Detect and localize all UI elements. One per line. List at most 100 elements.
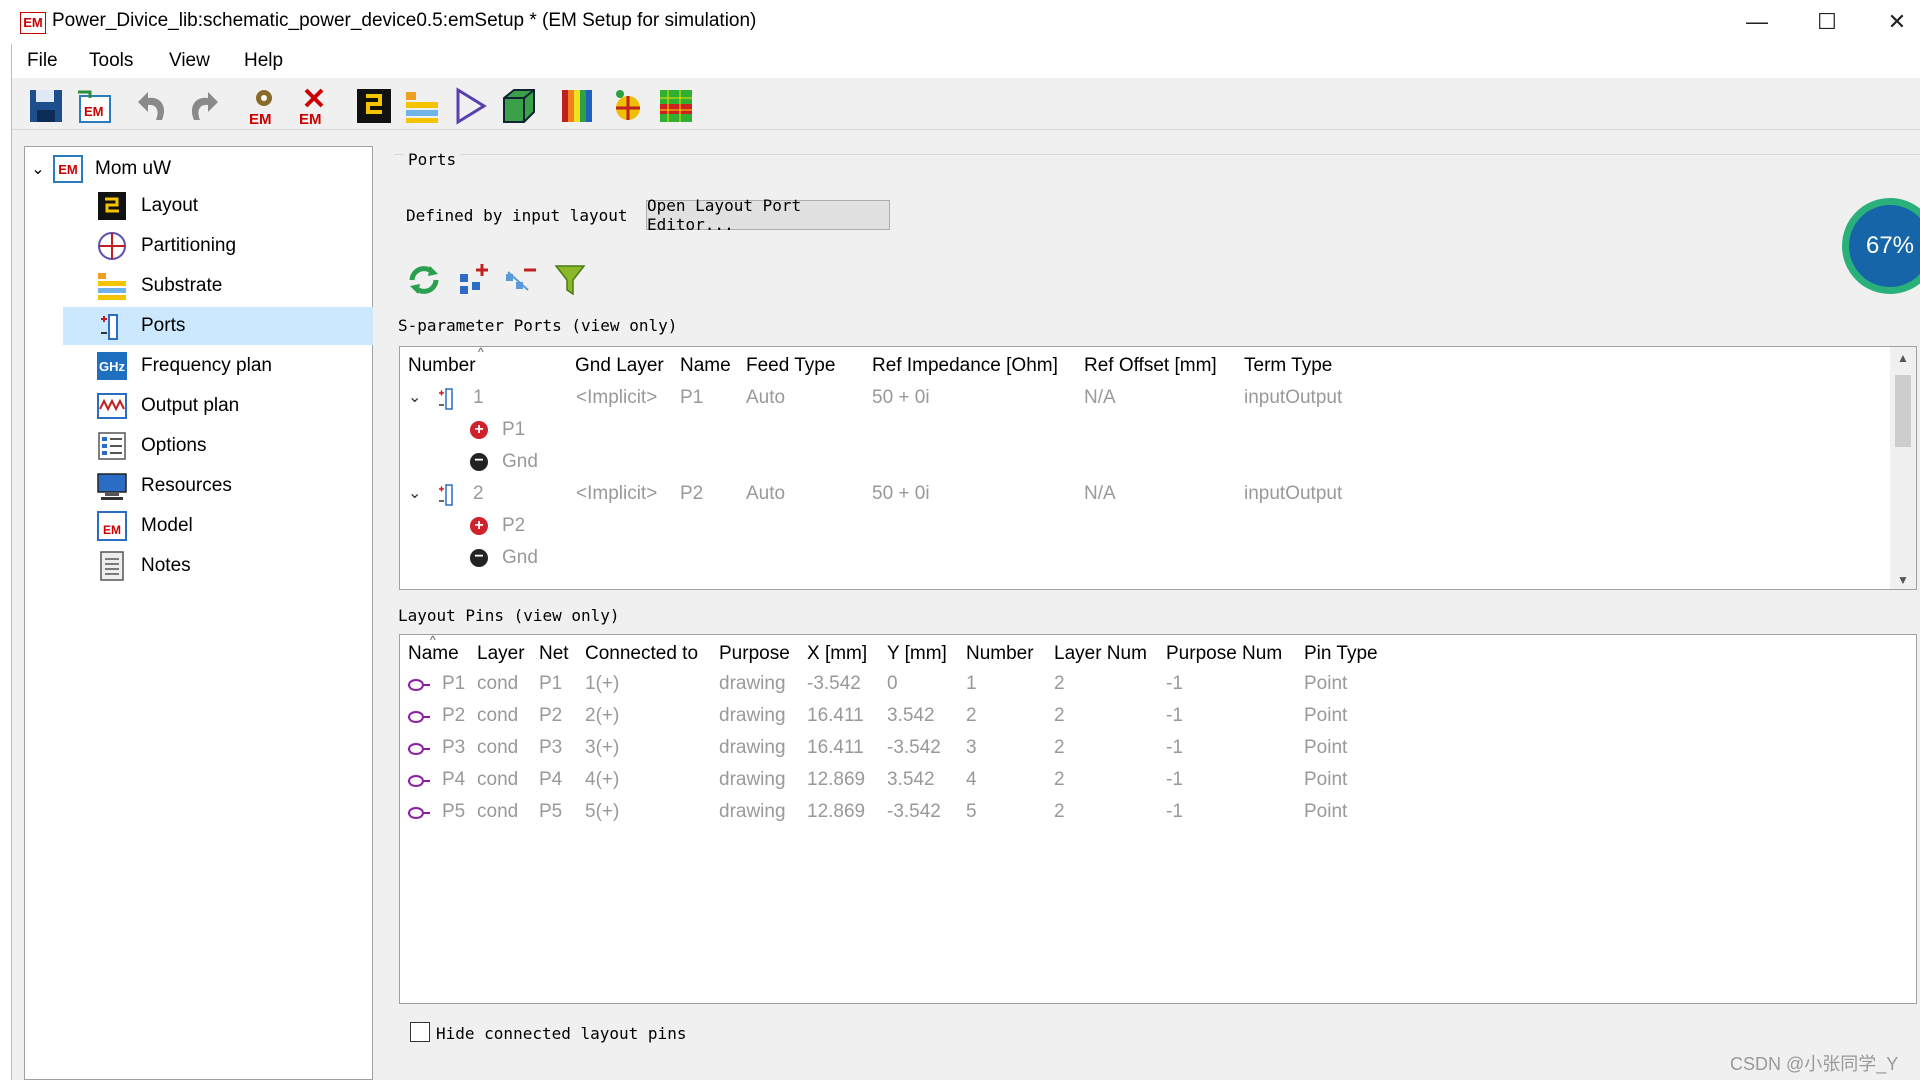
pin-icon [407, 678, 431, 692]
cell-offset: N/A [1084, 483, 1116, 504]
save-icon[interactable] [26, 86, 66, 126]
col-pin-type[interactable]: Pin Type [1304, 643, 1378, 665]
sparam-table[interactable]: Number ^ Gnd Layer Name Feed Type Ref Im… [399, 346, 1917, 590]
hide-pins-label[interactable]: Hide connected layout pins [436, 1024, 686, 1043]
cell-layer-num: 2 [1054, 737, 1065, 758]
col-y[interactable]: Y [mm] [887, 643, 947, 665]
substrate-icon[interactable] [402, 86, 442, 126]
cell-impedance: 50 + 0i [872, 483, 930, 504]
cell-y: 0 [887, 673, 898, 694]
tree-item-layout[interactable]: Layout [63, 187, 373, 225]
cell-purpose: drawing [719, 673, 786, 694]
partitioning-icon [97, 231, 127, 261]
col-purpose[interactable]: Purpose [719, 643, 790, 665]
col-name[interactable]: Name [408, 643, 459, 665]
substrate-icon [97, 271, 127, 301]
cell-term-type: inputOutput [1244, 483, 1343, 504]
expand-chevron-icon[interactable]: ⌄ [408, 483, 421, 503]
em-settings-icon[interactable]: EM [244, 86, 284, 128]
layout-icon[interactable] [354, 86, 394, 126]
mesh-icon[interactable] [656, 86, 696, 126]
plus-terminal-icon: + [470, 517, 488, 535]
em-stop-icon[interactable]: EM [294, 86, 334, 128]
scrollbar-thumb[interactable] [1895, 375, 1911, 447]
partition-icon[interactable] [606, 86, 646, 126]
app-icon: EM [20, 12, 46, 34]
tree-item-model[interactable]: EM Model [63, 507, 373, 545]
maximize-button[interactable]: ☐ [1792, 0, 1862, 44]
undo-icon[interactable] [134, 86, 174, 126]
cell-layer-num: 2 [1054, 769, 1065, 790]
tree-item-frequency-plan[interactable]: GHz Frequency plan [63, 347, 373, 385]
pins-title: Layout Pins (view only) [398, 606, 620, 625]
collapse-chevron-icon[interactable]: ⌄ [25, 159, 51, 179]
filter-icon[interactable] [552, 262, 588, 298]
cell-term-type: inputOutput [1244, 387, 1343, 408]
cell-name: P1 [442, 673, 466, 694]
em-import-icon[interactable]: EM [74, 86, 114, 126]
scroll-up-icon[interactable]: ▲ [1890, 351, 1916, 365]
cell-pin-type: Point [1304, 737, 1348, 758]
tree-root-label[interactable]: Mom uW [95, 158, 171, 180]
cell-y: -3.542 [887, 737, 941, 758]
col-term-type[interactable]: Term Type [1244, 355, 1332, 377]
tree-item-partitioning[interactable]: Partitioning [63, 227, 373, 265]
tree-item-notes[interactable]: Notes [63, 547, 373, 585]
remove-port-icon[interactable] [502, 262, 538, 298]
cell-pin-type: Point [1304, 801, 1348, 822]
sparam-scrollbar[interactable]: ▲ ▼ [1890, 347, 1916, 589]
simulate-icon[interactable] [450, 86, 490, 126]
refresh-icon[interactable] [406, 262, 442, 298]
open-layout-port-editor-button[interactable]: Open Layout Port Editor... [646, 196, 890, 234]
cell-x: 12.869 [807, 769, 866, 790]
minimize-button[interactable]: — [1722, 0, 1792, 44]
tree-item-substrate[interactable]: Substrate [63, 267, 373, 305]
hide-pins-checkbox[interactable] [410, 1022, 430, 1042]
col-gnd-layer[interactable]: Gnd Layer [575, 355, 664, 377]
menu-help[interactable]: Help [244, 50, 283, 72]
cell-layer-num: 2 [1054, 801, 1065, 822]
col-number[interactable]: Number [408, 355, 476, 377]
tree-item-label: Partitioning [141, 235, 237, 256]
col-layer-num[interactable]: Layer Num [1054, 643, 1147, 665]
tree-item-output-plan[interactable]: Output plan [63, 387, 373, 425]
col-number[interactable]: Number [966, 643, 1034, 665]
redo-icon[interactable] [182, 86, 222, 126]
menu-view[interactable]: View [169, 50, 210, 72]
setup-tree: ⌄ EM Mom uW Layout Partitioning Substrat… [24, 146, 373, 1080]
scroll-down-icon[interactable]: ▼ [1890, 573, 1916, 587]
col-ref-impedance[interactable]: Ref Impedance [Ohm] [872, 355, 1058, 377]
terminal-plus-label: P2 [502, 515, 526, 536]
notes-icon [97, 551, 127, 581]
close-button[interactable]: ✕ [1862, 0, 1920, 44]
tree-item-options[interactable]: Options [63, 427, 373, 465]
tree-item-ports[interactable]: Ports [63, 307, 373, 345]
cell-y: 3.542 [887, 705, 935, 726]
layout-pins-table[interactable]: ^ Name Layer Net Connected to Purpose X … [399, 634, 1917, 1004]
tree-item-label: Options [141, 435, 207, 456]
add-port-icon[interactable] [456, 262, 492, 298]
color-bars-icon[interactable] [558, 86, 598, 126]
col-connected-to[interactable]: Connected to [585, 643, 698, 665]
terminal-plus-label: P1 [502, 419, 526, 440]
terminal-minus-label: Gnd [502, 547, 538, 568]
cell-purpose-num: -1 [1166, 737, 1183, 758]
col-x[interactable]: X [mm] [807, 643, 867, 665]
tree-item-label: Substrate [141, 275, 223, 296]
cell-name: P1 [680, 387, 704, 408]
col-layer[interactable]: Layer [477, 643, 525, 665]
cell-x: 12.869 [807, 801, 866, 822]
col-ref-offset[interactable]: Ref Offset [mm] [1084, 355, 1217, 377]
expand-chevron-icon[interactable]: ⌄ [408, 387, 421, 407]
col-name[interactable]: Name [680, 355, 731, 377]
menu-tools[interactable]: Tools [89, 50, 133, 72]
col-purpose-num[interactable]: Purpose Num [1166, 643, 1282, 665]
3d-view-icon[interactable] [498, 86, 538, 126]
frequency-icon: GHz [97, 351, 127, 381]
menu-file[interactable]: File [27, 50, 58, 72]
cell-number: 3 [966, 737, 977, 758]
tree-item-resources[interactable]: Resources [63, 467, 373, 505]
col-net[interactable]: Net [539, 643, 569, 665]
minus-terminal-icon: − [470, 453, 488, 471]
col-feed-type[interactable]: Feed Type [746, 355, 835, 377]
